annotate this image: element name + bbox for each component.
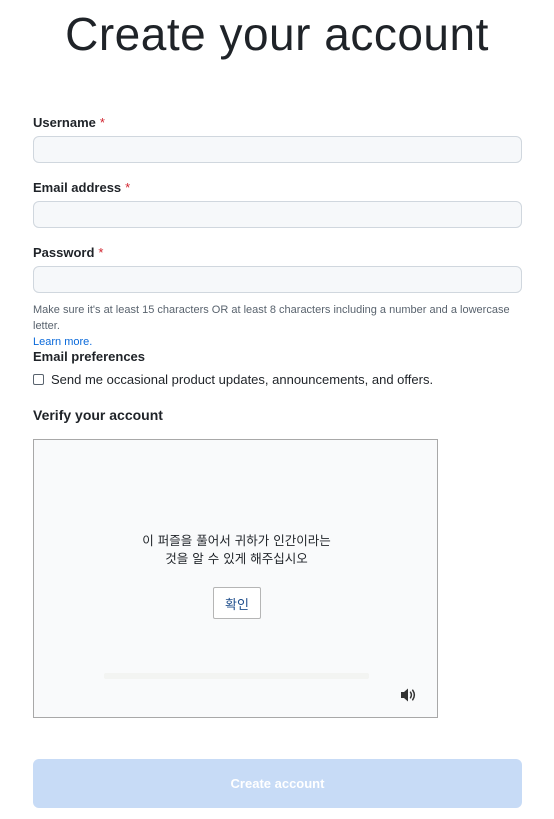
captcha-divider xyxy=(104,673,369,679)
required-mark: * xyxy=(125,180,131,195)
email-input[interactable] xyxy=(33,201,522,228)
password-hint-text: Make sure it's at least 15 characters OR… xyxy=(33,304,510,332)
username-label-text: Username xyxy=(33,115,96,130)
marketing-opt-in-label: Send me occasional product updates, anno… xyxy=(51,372,434,387)
username-label: Username * xyxy=(33,115,105,130)
captcha-instructions: 이 퍼즐을 풀어서 귀하가 인간이라는 것을 알 수 있게 해주십시오 xyxy=(34,532,439,568)
learn-more-link[interactable]: Learn more. xyxy=(33,336,92,348)
password-label: Password * xyxy=(33,245,103,260)
password-label-text: Password xyxy=(33,245,95,260)
required-mark: * xyxy=(98,245,104,260)
captcha-instructions-line-1: 이 퍼즐을 풀어서 귀하가 인간이라는 xyxy=(142,533,331,548)
required-mark: * xyxy=(99,115,105,130)
password-input[interactable] xyxy=(33,266,522,293)
page-title: Create your account xyxy=(65,8,489,60)
password-hint: Make sure it's at least 15 characters OR… xyxy=(33,302,533,350)
email-preferences-label: Email preferences xyxy=(33,349,146,364)
create-account-button[interactable]: Create account xyxy=(33,759,522,808)
speaker-icon[interactable] xyxy=(400,687,418,703)
signup-page: Create your account Username * Email addr… xyxy=(0,0,554,819)
email-label-text: Email address xyxy=(33,180,122,195)
verify-heading: Verify your account xyxy=(33,407,163,423)
email-label: Email address * xyxy=(33,180,130,195)
marketing-opt-in-row[interactable]: Send me occasional product updates, anno… xyxy=(33,372,433,387)
captcha-confirm-button[interactable]: 확인 xyxy=(213,587,261,619)
captcha-frame: 이 퍼즐을 풀어서 귀하가 인간이라는 것을 알 수 있게 해주십시오 확인 xyxy=(33,439,438,718)
username-input[interactable] xyxy=(33,136,522,163)
captcha-instructions-line-2: 것을 알 수 있게 해주십시오 xyxy=(165,551,308,566)
marketing-opt-in-checkbox[interactable] xyxy=(33,374,44,385)
